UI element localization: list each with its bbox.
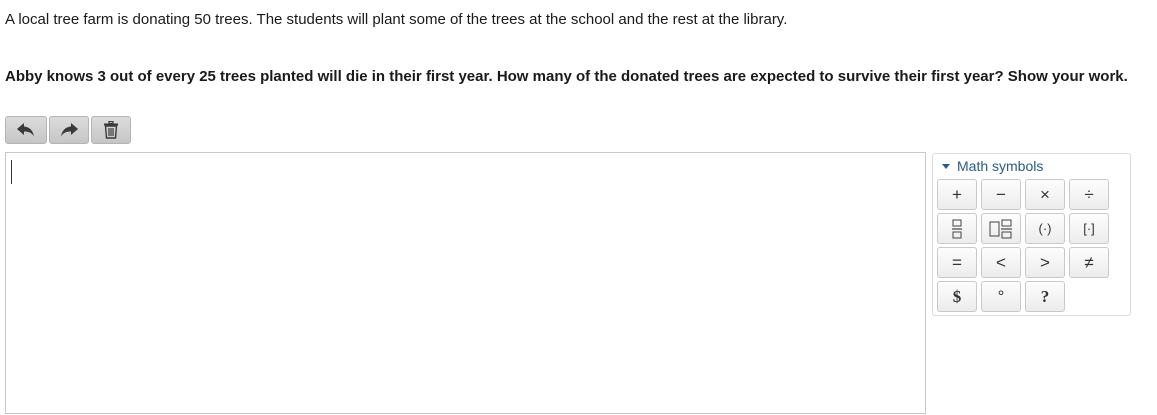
editor-toolbar xyxy=(5,116,131,144)
minus-key[interactable]: − xyxy=(981,179,1021,210)
times-key[interactable]: × xyxy=(1025,179,1065,210)
not-equal-key[interactable]: ≠ xyxy=(1069,247,1109,278)
question-key[interactable]: ? xyxy=(1025,281,1065,312)
parentheses-key[interactable]: (·) xyxy=(1025,213,1065,244)
delete-button[interactable] xyxy=(91,116,131,144)
mixed-number-icon xyxy=(989,219,1012,238)
math-symbols-panel: Math symbols + − × ÷ (·) [·] = < > ≠ $ °… xyxy=(932,153,1131,316)
degree-key[interactable]: ° xyxy=(981,281,1021,312)
prompt-intro: A local tree farm is donating 50 trees. … xyxy=(5,11,788,28)
equals-key[interactable]: = xyxy=(937,247,977,278)
trash-icon xyxy=(104,121,118,139)
undo-icon xyxy=(17,123,34,137)
undo-button[interactable] xyxy=(5,116,47,144)
redo-icon xyxy=(61,123,78,137)
answer-input[interactable] xyxy=(5,152,926,414)
fraction-icon xyxy=(952,219,962,238)
less-than-key[interactable]: < xyxy=(981,247,1021,278)
math-symbols-label: Math symbols xyxy=(957,158,1044,174)
dollar-key[interactable]: $ xyxy=(937,281,977,312)
text-caret xyxy=(11,160,12,184)
divide-key[interactable]: ÷ xyxy=(1069,179,1109,210)
prompt-question: Abby knows 3 out of every 25 trees plant… xyxy=(5,68,1128,85)
plus-key[interactable]: + xyxy=(937,179,977,210)
fraction-key[interactable] xyxy=(937,213,977,244)
math-keypad: + − × ÷ (·) [·] = < > ≠ $ ° ? xyxy=(937,179,1109,312)
math-symbols-toggle[interactable]: Math symbols xyxy=(942,158,1043,174)
redo-button[interactable] xyxy=(49,116,89,144)
brackets-key[interactable]: [·] xyxy=(1069,213,1109,244)
mixed-number-key[interactable] xyxy=(981,213,1021,244)
greater-than-key[interactable]: > xyxy=(1025,247,1065,278)
triangle-down-icon xyxy=(942,164,950,169)
